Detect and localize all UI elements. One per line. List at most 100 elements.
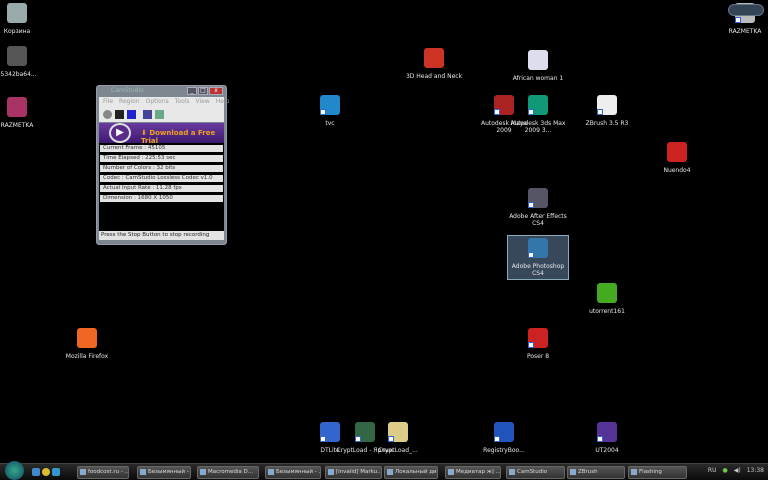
taskbar-button[interactable]: Безымянный - ...	[137, 466, 191, 479]
taskbar-button[interactable]: Безымянный - ...	[265, 466, 321, 479]
shortcut-arrow-icon	[388, 436, 394, 442]
taskbar-button-label: foodcost.ru - ...	[88, 469, 129, 475]
app-icon	[631, 469, 637, 475]
pause-button[interactable]	[115, 110, 124, 119]
desktop-icon-label: UT2004	[595, 447, 619, 454]
desktop-icon[interactable]: Adobe After Effects CS4	[507, 188, 569, 227]
taskbar-button-label: Macromedia D...	[208, 469, 254, 475]
desktop-icon-label: Adobe After Effects CS4	[509, 213, 567, 227]
app-icon	[387, 469, 393, 475]
menu-region[interactable]: Region	[119, 97, 140, 107]
desktop-icon[interactable]: RAZMETKA	[0, 97, 48, 129]
taskbar-button[interactable]: Macromedia D...	[197, 466, 259, 479]
taskbar-button[interactable]: CamStudio	[506, 466, 565, 479]
desktop-icon-label: 3D Head and Neck	[405, 73, 463, 80]
dimension: Dimension : 1680 X 1050	[100, 195, 223, 202]
download-banner[interactable]: ▶ ⬇ Download a Free Trial	[99, 123, 224, 145]
file-icon	[7, 46, 27, 66]
taskbar-button-label: ZBrush	[578, 469, 598, 475]
taskbar-button[interactable]: ZBrush	[567, 466, 625, 479]
desktop-icon[interactable]: CryptLoad_...	[367, 422, 429, 454]
minimize-button[interactable]: _	[187, 87, 197, 95]
shortcut-arrow-icon	[528, 202, 534, 208]
app-icon	[140, 469, 146, 475]
taskbar-button[interactable]: Локальный ди...	[384, 466, 438, 479]
desktop-icon[interactable]: Adobe Photoshop CS4	[507, 235, 569, 280]
menu-file[interactable]: File	[103, 97, 113, 107]
desktop-icon-label: Nuendo4	[663, 167, 691, 174]
menu-bar: File Region Options Tools View Help	[99, 97, 229, 107]
shortcut-arrow-icon	[735, 17, 741, 23]
shortcut-arrow-icon	[320, 436, 326, 442]
desktop-icon[interactable]: 3D Head and Neck	[403, 48, 465, 80]
desktop-icon[interactable]: s5342ba64...	[0, 46, 48, 78]
start-button[interactable]	[5, 461, 24, 480]
shortcut-arrow-icon	[494, 436, 500, 442]
language-indicator[interactable]: RU	[708, 467, 717, 474]
desktop-icon-label: CryptLoad_...	[378, 447, 418, 454]
menu-view[interactable]: View	[196, 97, 210, 107]
firefox-icon	[77, 328, 97, 348]
desktop-icon[interactable]: African woman 1	[507, 50, 569, 82]
desktop-icon-label: Корзина	[3, 28, 31, 35]
desktop-icon[interactable]: Autodesk 3ds Max 2009 3...	[507, 95, 569, 134]
camstudio-window: CamStudio _ □ x File Region Options Tools …	[96, 85, 229, 245]
clock[interactable]: 13:38	[747, 467, 764, 474]
shortcut-arrow-icon	[528, 252, 534, 258]
number-of-colors: Number of Colors : 32 bits	[100, 165, 223, 172]
play-icon: ▶	[109, 123, 131, 143]
show-desktop-icon[interactable]	[32, 468, 40, 476]
desktop-icon[interactable]: UT2004	[576, 422, 638, 454]
chrome-icon[interactable]	[42, 468, 50, 476]
desktop-icon-label: s5342ba64...	[0, 71, 37, 78]
desktop-icon[interactable]: Корзина	[0, 3, 48, 35]
volume-icon[interactable]: ◀)	[734, 467, 741, 474]
folder-icon	[388, 422, 408, 442]
desktop-icon-label: Poser 8	[526, 353, 550, 360]
desktop-icon-label: ZBrush 3.5 R3	[585, 120, 629, 127]
taskbar-button-label: Медиатар ж] ...	[456, 469, 501, 475]
taskbar-button[interactable]: Медиатар ж] ...	[445, 466, 501, 479]
stop-button[interactable]	[127, 110, 136, 119]
photoshop-icon	[528, 238, 548, 258]
video-options-icon[interactable]	[155, 110, 164, 119]
close-button[interactable]: x	[209, 87, 223, 95]
desktop-icon[interactable]: Nuendo4	[646, 142, 708, 174]
desktop-icon-label: tvc	[325, 120, 335, 127]
time-elapsed: Time Elapsed : 225:53 sec	[100, 155, 223, 162]
ut2004-icon	[597, 422, 617, 442]
menu-options[interactable]: Options	[146, 97, 169, 107]
desktop-icon-label: African woman 1	[512, 75, 564, 82]
menu-tools[interactable]: Tools	[175, 97, 190, 107]
download-trial-link[interactable]: ⬇ Download a Free Trial	[141, 129, 224, 145]
annotation-icon[interactable]	[143, 110, 152, 119]
title-bar[interactable]: CamStudio _ □ x	[97, 86, 226, 97]
app-icon	[509, 469, 515, 475]
desktop-icon-label: utorrent161	[589, 308, 625, 315]
desktop-icon-label: Autodesk 3ds Max 2009 3...	[510, 120, 566, 134]
taskbar-button[interactable]: Flashing	[628, 466, 687, 479]
desktop-icon-label: RegistryBoo...	[483, 447, 525, 454]
desktop-icon[interactable]: tvc	[299, 95, 361, 127]
window-title: CamStudio	[111, 87, 144, 94]
taskbar-button[interactable]: foodcost.ru - ...	[77, 466, 129, 479]
desktop-icon[interactable]: ZBrush 3.5 R3	[576, 95, 638, 127]
switch-windows-icon[interactable]	[52, 468, 60, 476]
shortcut-arrow-icon	[355, 436, 361, 442]
archive-icon	[7, 97, 27, 117]
utorrent-icon	[597, 283, 617, 303]
status-bar: Press the Stop Button to stop recording	[99, 231, 224, 240]
desktop-icon[interactable]: utorrent161	[576, 283, 638, 315]
desktop-icon[interactable]: Mozilla Firefox	[56, 328, 118, 360]
network-icon[interactable]: ●	[722, 467, 727, 474]
menu-help[interactable]: Help	[216, 97, 230, 107]
taskbar-button[interactable]: [invalid] Marku...	[325, 466, 382, 479]
input-rate: Actual Input Rate : 11.28 fps	[100, 185, 223, 192]
record-button[interactable]	[103, 110, 112, 119]
maximize-button[interactable]: □	[198, 87, 208, 95]
desktop-icon[interactable]: RegistryBoo...	[473, 422, 535, 454]
taskbar-button-label: Flashing	[639, 469, 662, 475]
desktop-gadget[interactable]	[728, 4, 764, 16]
poser-icon	[528, 328, 548, 348]
desktop-icon[interactable]: Poser 8	[507, 328, 569, 360]
